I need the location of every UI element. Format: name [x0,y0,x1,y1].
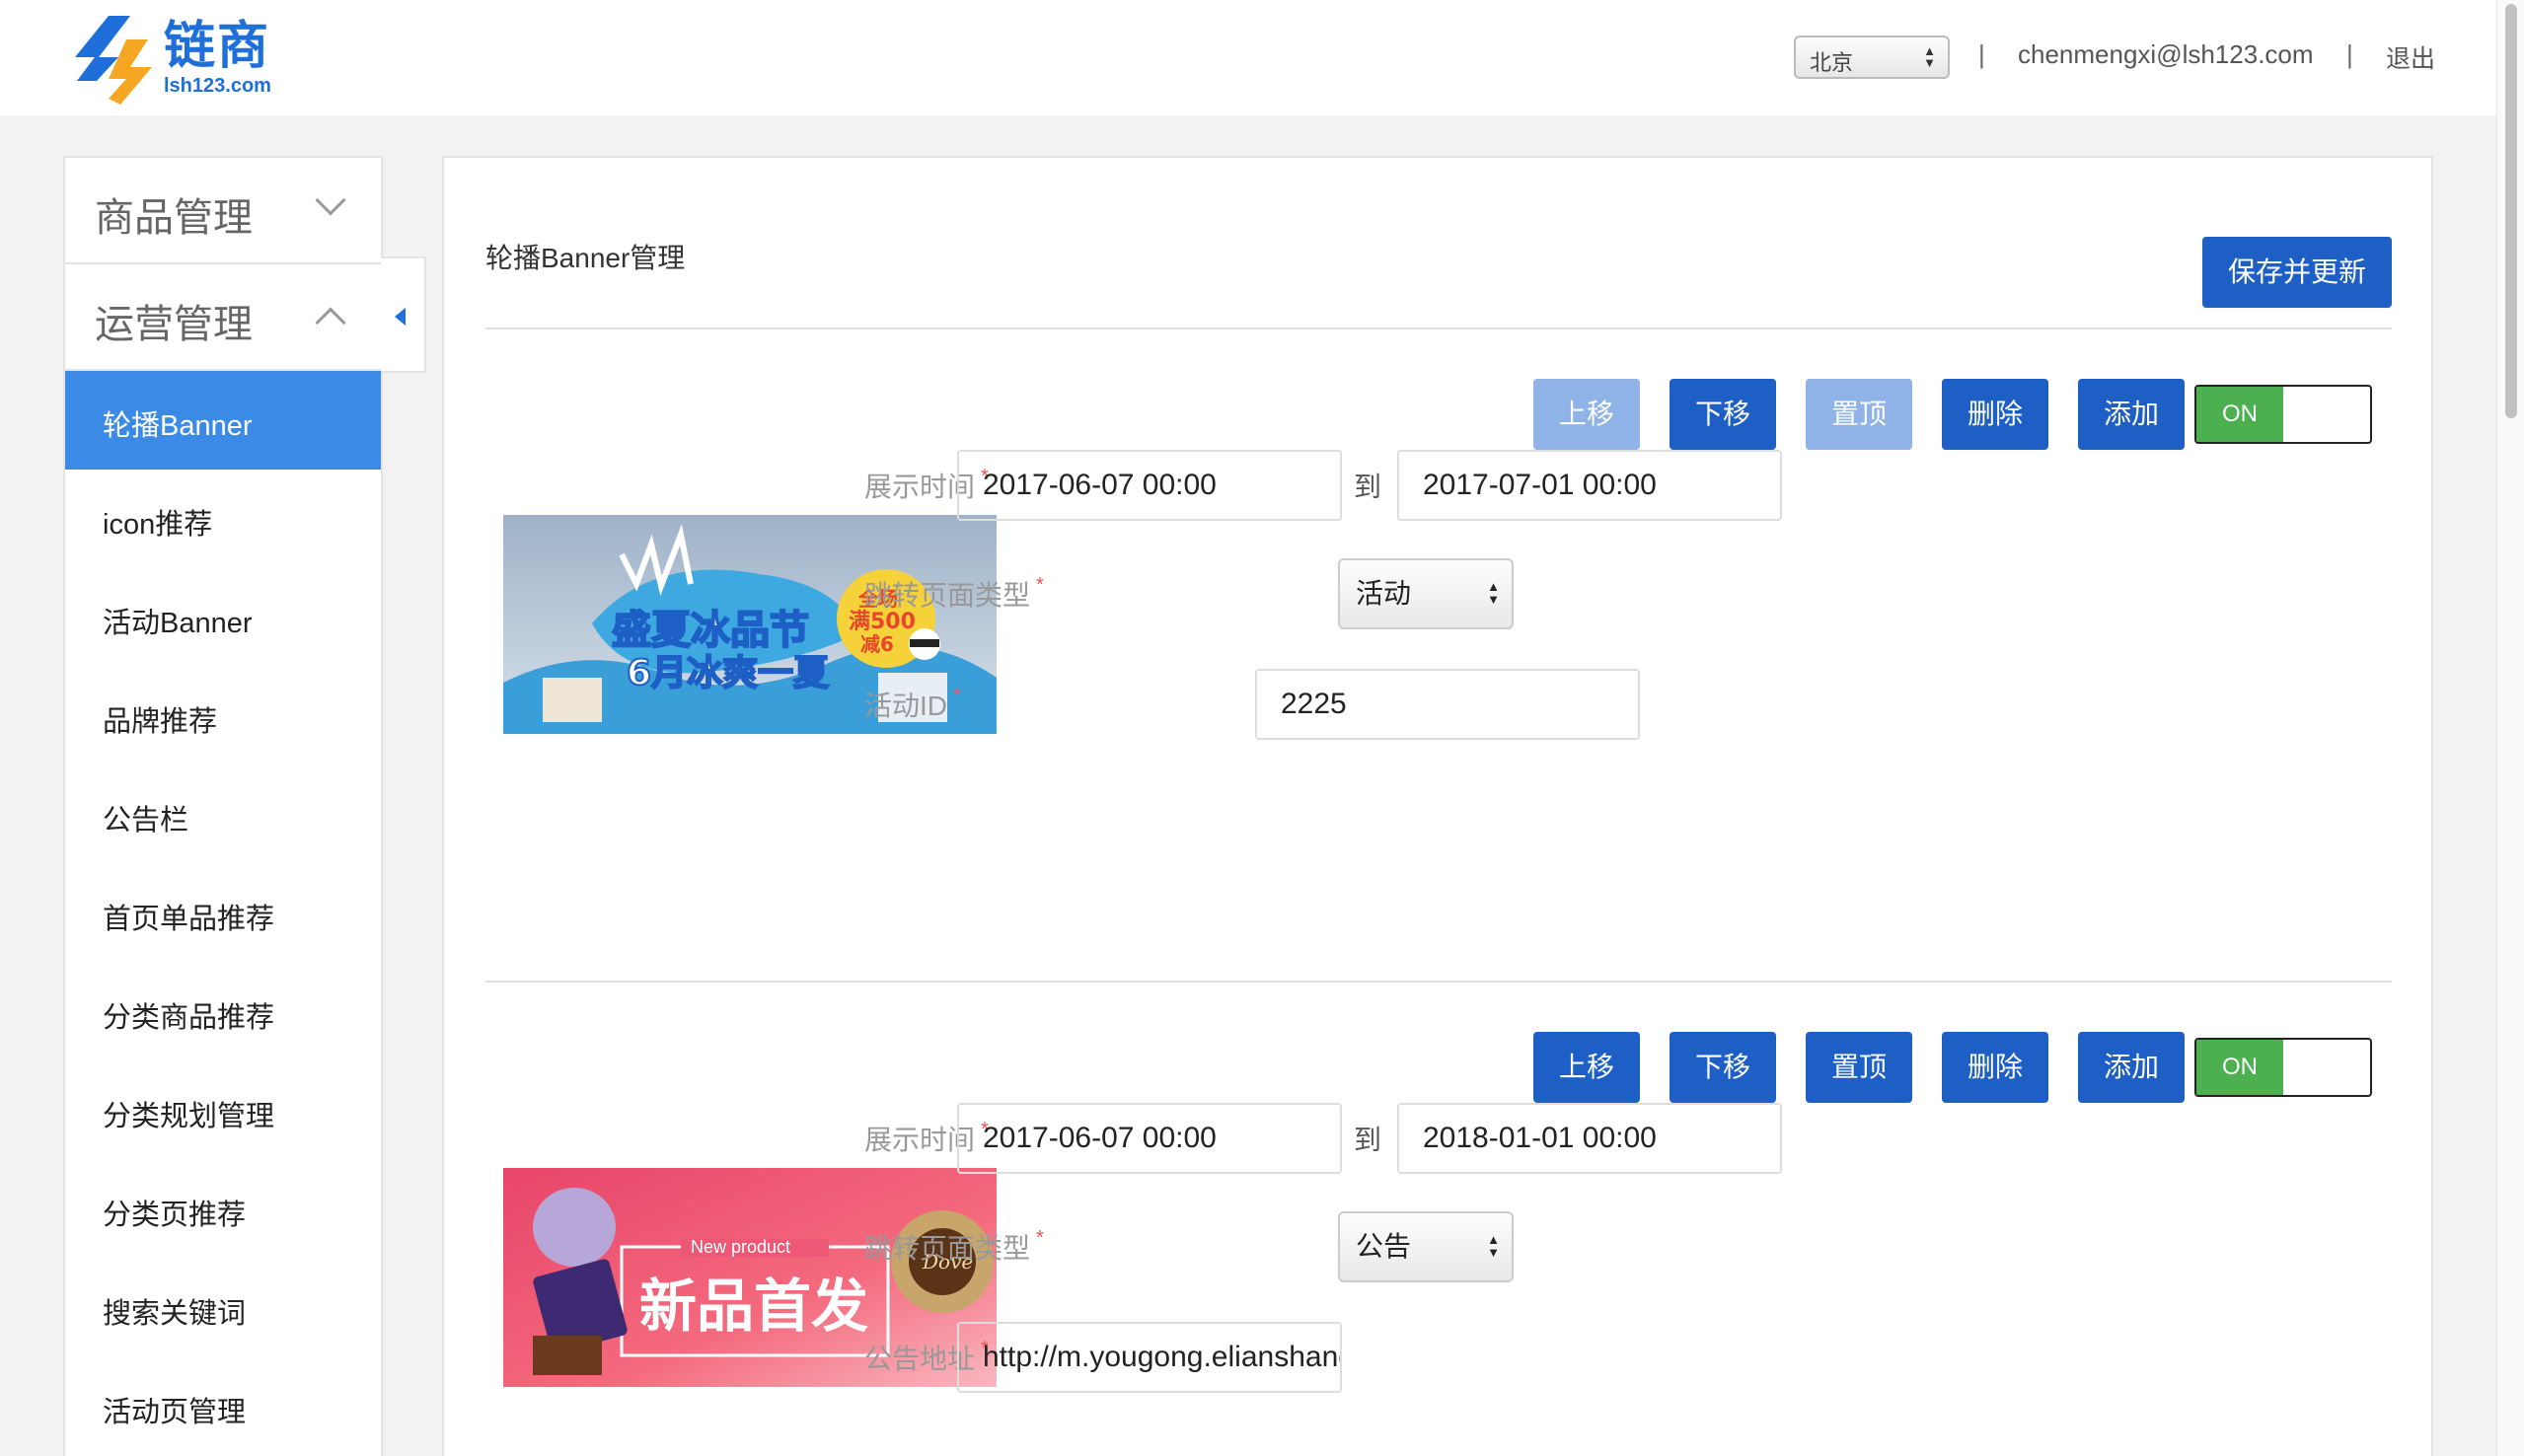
select-arrows-icon: ▲ ▼ [1487,1232,1500,1260]
logout-link[interactable]: 退出 [2386,39,2435,75]
sidebar-collapse-button[interactable] [381,256,426,373]
sidebar-item-activity-banner[interactable]: 活动Banner [65,568,381,667]
sidebar-item-category-product[interactable]: 分类商品推荐 [65,963,381,1061]
jump-type-value: 活动 [1356,578,1412,609]
sidebar-item-category-page[interactable]: 分类页推荐 [65,1160,381,1259]
divider [485,328,2392,329]
jump-type-label: 跳转页面类型 * [864,1227,1044,1264]
page-title: 轮播Banner管理 [485,243,686,273]
end-time-input[interactable]: 2017-07-01 00:00 [1397,450,1782,521]
user-email: chenmengxi@lsh123.com [2018,39,2314,69]
pin-top-button[interactable]: 置顶 [1806,379,1912,450]
banner-image-title: 新品首发 [639,1273,868,1340]
select-arrows-icon: ▲ ▼ [1923,43,1936,70]
toggle-on-label: ON [2196,1040,2283,1095]
banner-image-title-line1: 盛夏冰品节 [612,608,809,653]
enable-toggle[interactable]: ON [2194,385,2372,444]
logo-url: lsh123.com [164,75,271,97]
delete-button[interactable]: 删除 [1942,1032,2048,1103]
save-and-update-button[interactable]: 保存并更新 [2202,237,2392,308]
sidebar-item-home-product[interactable]: 首页单品推荐 [65,864,381,963]
header-separator: | [2346,39,2353,69]
to-label: 到 [1354,472,1382,502]
banner-image-title-line2: 6月冰爽一夏 [627,653,830,693]
sidebar-group-product[interactable]: 商品管理 [65,158,381,264]
logo-name: 链商 [164,17,271,76]
start-time-input[interactable]: 2017-06-07 00:00 [957,450,1342,521]
sidebar-item-category-planning[interactable]: 分类规划管理 [65,1061,381,1160]
to-label: 到 [1354,1125,1382,1155]
banner-image-subtitle: New product [691,1237,790,1257]
delete-button[interactable]: 删除 [1942,379,2048,450]
city-select-value: 北京 [1810,50,1854,75]
end-time-input[interactable]: 2018-01-01 00:00 [1397,1103,1782,1174]
main-panel: 轮播Banner管理 保存并更新 上移 下移 置顶 删除 添加 ON 盛夏冰品节… [442,156,2433,1456]
start-time-input[interactable]: 2017-06-07 00:00 [957,1103,1342,1174]
sidebar-item-activity-page[interactable]: 活动页管理 [65,1357,381,1456]
header-separator: | [1978,39,1985,69]
move-down-button[interactable]: 下移 [1670,379,1776,450]
add-button[interactable]: 添加 [2078,1032,2185,1103]
toggle-on-label: ON [2196,387,2283,442]
activity-id-input[interactable]: 2225 [1255,669,1640,740]
move-up-button[interactable]: 上移 [1533,379,1640,450]
sidebar: 商品管理 运营管理 轮播Banner icon推荐 活动Banner 品牌推荐 … [63,156,383,1456]
enable-toggle[interactable]: ON [2194,1038,2372,1097]
move-up-button[interactable]: 上移 [1533,1032,1640,1103]
select-arrows-icon: ▲ ▼ [1487,579,1500,607]
sidebar-item-search-keywords[interactable]: 搜索关键词 [65,1259,381,1357]
activity-id-label: 活动ID * [864,685,961,721]
chevron-down-icon [315,184,346,216]
sidebar-group-label: 运营管理 [95,302,253,347]
logo[interactable]: 链商 lsh123.com [69,10,296,105]
jump-type-value: 公告 [1356,1231,1412,1262]
sidebar-item-carousel-banner[interactable]: 轮播Banner [65,371,381,470]
move-down-button[interactable]: 下移 [1670,1032,1776,1103]
city-select[interactable]: 北京 ▲ ▼ [1794,36,1950,79]
jump-type-label: 跳转页面类型 * [864,574,1044,611]
scrollbar-thumb[interactable] [2505,4,2517,418]
add-button[interactable]: 添加 [2078,379,2185,450]
jump-type-select[interactable]: 公告 ▲ ▼ [1338,1211,1514,1282]
sidebar-item-brand-recommend[interactable]: 品牌推荐 [65,667,381,765]
sidebar-item-icon-recommend[interactable]: icon推荐 [65,470,381,568]
logo-mark-icon [69,10,158,105]
pin-top-button[interactable]: 置顶 [1806,1032,1912,1103]
chevron-up-icon [315,307,346,338]
jump-type-select[interactable]: 活动 ▲ ▼ [1338,558,1514,629]
divider [485,981,2392,983]
notice-url-input[interactable]: http://m.yougong.elianshang [957,1322,1342,1393]
sidebar-group-operation[interactable]: 运营管理 [65,264,381,371]
sidebar-group-label: 商品管理 [95,195,253,241]
sidebar-item-notice-board[interactable]: 公告栏 [65,765,381,864]
caret-left-icon [395,308,406,326]
page-scrollbar[interactable] [2496,0,2524,1456]
top-header: 链商 lsh123.com 北京 ▲ ▼ | chenmengxi@lsh123.… [0,0,2496,115]
banner-image-badge-line3: 减6 [860,632,894,656]
